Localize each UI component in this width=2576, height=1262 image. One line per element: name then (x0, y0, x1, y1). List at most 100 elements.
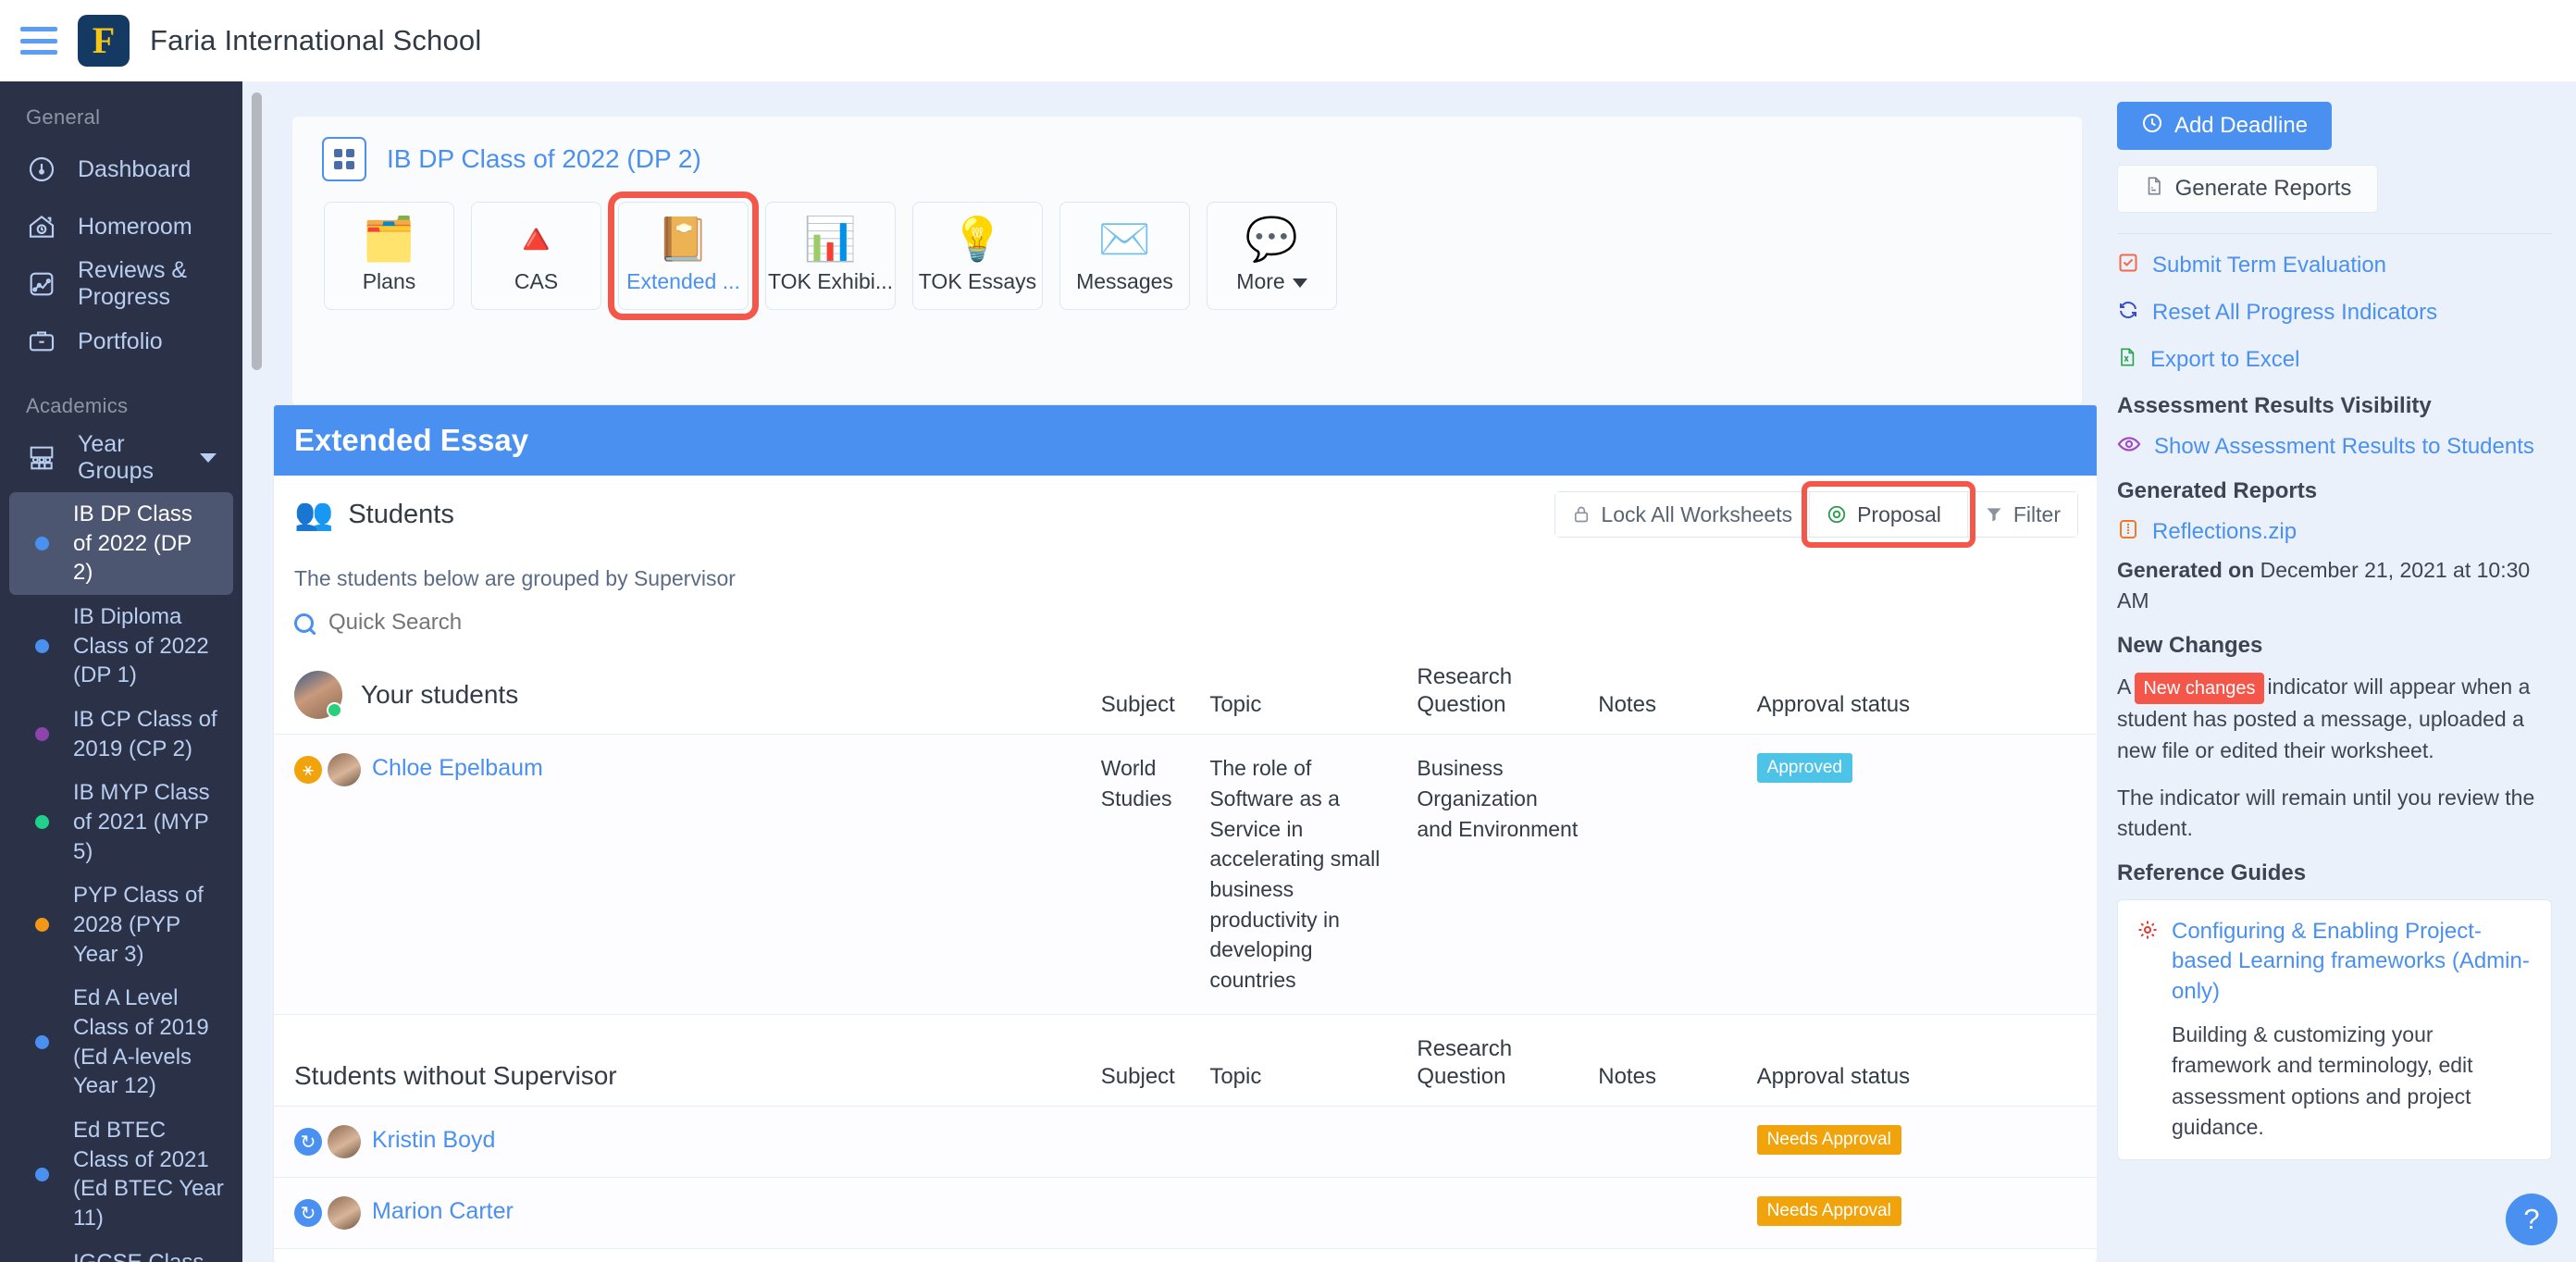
module-tabs: 🗂️ Plans 🔺 CAS 📔 Extended ... 📊 TOK Exhi… (292, 192, 2082, 405)
sidebar-year-group-ib-cp-2019[interactable]: IB CP Class of 2019 (CP 2) (0, 698, 242, 771)
students-toolbar: 👥 Students Lock All Worksheets Proposal … (274, 476, 2097, 553)
sidebar-year-group-ib-diploma-2022[interactable]: IB Diploma Class of 2022 (DP 1) (0, 595, 242, 698)
left-sidebar: General Dashboard Homeroom Reviews & Pro… (0, 81, 242, 1262)
group-name-label: Your students (361, 680, 519, 710)
table-row[interactable]: ⚹ Chloe Epelbaum World Studies The role … (274, 734, 2097, 1015)
export-to-excel-link[interactable]: Export to Excel (2117, 345, 2552, 376)
generated-on-text: Generated on December 21, 2021 at 10:30 … (2117, 555, 2552, 616)
sidebar-item-label: Homeroom (78, 213, 192, 240)
student-name-link[interactable]: Marion Carter (372, 1196, 514, 1227)
year-group-label: PYP Class of 2028 (PYP Year 3) (73, 883, 204, 967)
sidebar-year-group-ed-btec-2021[interactable]: Ed BTEC Class of 2021 (Ed BTEC Year 11) (0, 1108, 242, 1241)
toolbar-button-group: Lock All Worksheets Proposal Filter (1554, 481, 2078, 548)
year-group-label: IGCSE Class of 2021 (CAIE IGCSE Year 10) (73, 1248, 226, 1262)
show-assessment-results-link[interactable]: Show Assessment Results to Students (2117, 432, 2552, 462)
quick-search[interactable] (274, 591, 2097, 636)
tab-cas[interactable]: 🔺 CAS (471, 202, 601, 310)
link-label: Reset All Progress Indicators (2152, 300, 2438, 326)
cell-subject: World Studies (1100, 756, 1172, 811)
proposal-dropdown[interactable]: Proposal (1802, 481, 1975, 548)
status-dot (35, 1167, 49, 1182)
tab-more[interactable]: 💬 More (1207, 202, 1337, 310)
student-name-link[interactable]: Kristin Boyd (372, 1125, 495, 1156)
submit-term-evaluation-link[interactable]: Submit Term Evaluation (2117, 251, 2552, 281)
sidebar-item-label: Dashboard (78, 155, 192, 182)
top-bar: F Faria International School (0, 0, 2576, 81)
grid-icon[interactable] (322, 137, 366, 181)
sidebar-year-group-ib-myp-2021[interactable]: IB MYP Class of 2021 (MYP 5) (0, 771, 242, 873)
tab-label: TOK Essays (918, 269, 1037, 293)
sync-icon: ↻ (294, 1128, 322, 1157)
supervisor-avatar (294, 671, 342, 720)
filter-button[interactable]: Filter (1967, 492, 2077, 537)
status-badge: Needs Approval (1756, 1196, 1901, 1227)
breadcrumb-label[interactable]: IB DP Class of 2022 (DP 2) (387, 144, 701, 174)
chevron-down-icon (1292, 278, 1307, 288)
sidebar-item-homeroom[interactable]: Homeroom (0, 198, 242, 255)
column-header-subject: Subject (1100, 1063, 1175, 1089)
right-panel: Add Deadline Generate Reports Submit Ter… (2097, 81, 2576, 1262)
quick-search-input[interactable] (328, 610, 699, 636)
proposal-label: Proposal (1857, 501, 1941, 526)
lock-all-worksheets-button[interactable]: Lock All Worksheets (1555, 492, 1811, 537)
messages-envelope-icon: ✉️ (1097, 215, 1152, 263)
student-name-link[interactable]: Chloe Epelbaum (372, 753, 543, 784)
group-header-row: Students without Supervisor Subject Topi… (274, 1014, 2097, 1107)
logo-letter: F (92, 19, 116, 61)
lock-all-worksheets-label: Lock All Worksheets (1601, 501, 1793, 526)
reference-guide-card: Configuring & Enabling Project-based Lea… (2117, 898, 2552, 1161)
lock-icon (1572, 504, 1591, 525)
target-icon (1827, 504, 1847, 525)
report-file-link[interactable]: Reflections.zip (2117, 517, 2552, 548)
year-group-label: IB DP Class of 2022 (DP 2) (73, 501, 192, 586)
sidebar-year-group-ed-a-level-2019[interactable]: Ed A Level Class of 2019 (Ed A-levels Ye… (0, 976, 242, 1108)
table-row[interactable]: ↻ Kristin Boyd Needs Approval (274, 1106, 2097, 1179)
sidebar-year-group-pyp-2028[interactable]: PYP Class of 2028 (PYP Year 3) (0, 873, 242, 976)
reference-guide-link[interactable]: Configuring & Enabling Project-based Lea… (2136, 917, 2533, 1007)
filter-label: Filter (2012, 501, 2061, 526)
reference-guide-body: Building & customizing your framework an… (2172, 1022, 2473, 1140)
online-dot (327, 702, 342, 719)
new-changes-paragraph-2: The indicator will remain until you revi… (2117, 785, 2535, 840)
group-name: Your students (274, 671, 1101, 720)
gear-icon (2136, 919, 2159, 949)
sidebar-year-group-ib-dp-2022[interactable]: IB DP Class of 2022 (DP 2) (9, 492, 233, 596)
new-changes-prefix: A (2117, 674, 2132, 699)
hamburger-icon[interactable] (20, 27, 57, 55)
tab-tok-essays[interactable]: 💡 TOK Essays (912, 202, 1043, 310)
column-header-subject: Subject (1100, 692, 1175, 718)
extended-essay-panel: Extended Essay 👥 Students Lock All Works… (274, 405, 2097, 1262)
table-row[interactable]: ↻ Marion Carter Needs Approval (274, 1177, 2097, 1250)
status-badge: Needs Approval (1756, 1125, 1901, 1156)
tab-plans[interactable]: 🗂️ Plans (324, 202, 454, 310)
sidebar-item-dashboard[interactable]: Dashboard (0, 141, 242, 198)
add-deadline-button[interactable]: Add Deadline (2117, 102, 2332, 150)
extended-essay-icon: 📔 (656, 215, 711, 263)
year-group-label: IB Diploma Class of 2022 (DP 1) (73, 604, 209, 688)
status-dot (35, 815, 49, 830)
sidebar-year-group-igcse-2021[interactable]: IGCSE Class of 2021 (CAIE IGCSE Year 10) (0, 1241, 242, 1262)
generate-reports-button[interactable]: Generate Reports (2117, 165, 2378, 213)
avatar (328, 1196, 361, 1231)
students-heading-label: Students (348, 499, 454, 529)
help-button[interactable]: ? (2506, 1194, 2557, 1245)
sidebar-item-reviews-progress[interactable]: Reviews & Progress (0, 255, 242, 313)
tab-extended-essay[interactable]: 📔 Extended ... (608, 192, 759, 320)
tab-tok-exhibition[interactable]: 📊 TOK Exhibi... (765, 202, 896, 310)
tab-label: Extended ... (626, 269, 740, 293)
tab-messages[interactable]: ✉️ More Messages (1059, 202, 1190, 310)
tab-label: Plans (362, 269, 416, 293)
sidebar-item-year-groups[interactable]: Year Groups (0, 429, 242, 487)
generated-on-bold: Generated on (2117, 557, 2255, 582)
sidebar-group-general: General (26, 105, 101, 129)
reset-progress-indicators-link[interactable]: Reset All Progress Indicators (2117, 298, 2552, 328)
status-dot (35, 1035, 49, 1050)
add-deadline-label: Add Deadline (2174, 113, 2309, 138)
status-badge: Approved (1756, 753, 1852, 784)
eye-icon (2117, 433, 2141, 462)
sidebar-group-academics: Academics (26, 394, 129, 417)
sidebar-item-portfolio[interactable]: Portfolio (0, 313, 242, 370)
main-scrollbar[interactable] (252, 93, 262, 370)
status-dot (35, 727, 49, 742)
checkbox-icon (2117, 252, 2139, 281)
